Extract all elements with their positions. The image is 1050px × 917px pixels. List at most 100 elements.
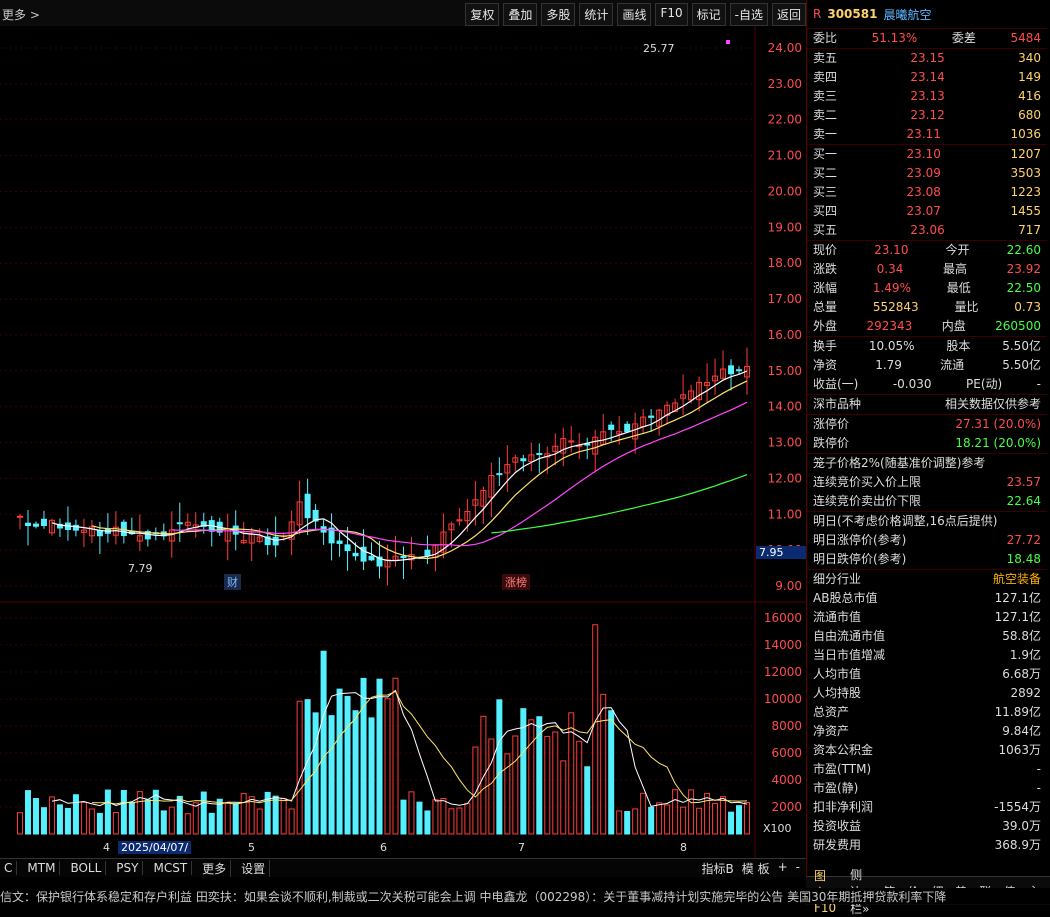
bid-row: 买一23.101207 (807, 145, 1047, 164)
fund-label: 人均市值 (813, 665, 861, 684)
tomorrow-label: 明日涨停价(参考) (813, 531, 906, 550)
stats1-value-2: 22.60 (1007, 241, 1041, 260)
indicator-tab-settings[interactable]: 设置 (237, 860, 270, 877)
r-flag: R (813, 7, 821, 21)
indicator-tab-mtm[interactable]: MTM (23, 861, 60, 875)
volume-bar (401, 800, 406, 834)
candle-body (33, 524, 38, 526)
candle-body (497, 474, 502, 475)
fund-label: 人均持股 (813, 684, 861, 703)
volume-bar (361, 678, 366, 834)
cage-value: 23.57 (1007, 473, 1041, 492)
toolbar-biaoji-button[interactable]: 标记 (692, 3, 726, 26)
price-axis-label: 16.00 (768, 328, 802, 342)
toolbar-huaxian-button[interactable]: 画线 (617, 3, 651, 26)
toolbar-f10-button[interactable]: F10 (655, 3, 687, 26)
price-axis-label: 13.00 (768, 436, 802, 450)
toolbar-diejia-button[interactable]: 叠加 (503, 3, 537, 26)
more-menu[interactable]: 更多 > (2, 6, 40, 23)
template-button[interactable]: 模 板 (742, 860, 770, 877)
stats1-label-2: 量比 (954, 298, 978, 317)
stats2-value-2: 5.50亿 (1002, 337, 1041, 356)
cage-title-row: 笼子价格2%(随基准价调整)参考 (807, 454, 1047, 473)
tomorrow-value: 27.72 (1007, 531, 1041, 550)
stats1-label-1: 涨跌 (813, 260, 837, 279)
stats1-value-2: 260500 (995, 317, 1041, 336)
cage-label: 连续竞价买入价上限 (813, 473, 921, 492)
price-axis-label: 17.00 (768, 292, 802, 306)
stats2-label-2: 流通 (940, 356, 964, 375)
stats2-label-2: 股本 (946, 337, 970, 356)
ask-label: 卖五 (813, 49, 837, 68)
stock-name[interactable]: 晨曦航空 (883, 6, 931, 23)
volume-unit-label: X100 (760, 822, 795, 835)
fund-value: 127.1亿 (995, 589, 1041, 608)
candle-body (625, 424, 630, 431)
stats1-value-1: 292343 (866, 317, 912, 336)
candle-body (537, 454, 542, 455)
high-price-label: 25.77 (640, 42, 678, 55)
bid-label: 买一 (813, 145, 837, 164)
ask-row: 卖一23.111036 (807, 125, 1047, 144)
volume-bar (73, 795, 78, 834)
candle-body (25, 523, 30, 525)
candle-body (737, 370, 742, 371)
ask-volume: 340 (1018, 49, 1041, 68)
indicator-tab-more[interactable]: 更多 (198, 860, 231, 877)
indicator-tab-mcst[interactable]: MCST (149, 861, 192, 875)
market-row: 深市品种 相关数据仅供参考 (807, 395, 1047, 415)
zoom-in-button[interactable]: + (778, 860, 788, 877)
indicator-tab-boll[interactable]: BOLL (66, 861, 106, 875)
fund-label: 资本公积金 (813, 741, 873, 760)
bid-book: 买一23.101207买二23.093503买三23.081223买四23.07… (807, 145, 1047, 240)
volume-bar (609, 711, 614, 834)
volume-bar (369, 718, 374, 834)
fund-label: 自由流通市值 (813, 627, 885, 646)
toolbar-fanhui-button[interactable]: 返回 (772, 3, 806, 26)
price-axis-label: 24.00 (768, 41, 802, 55)
fund-value: 2892 (1010, 684, 1041, 703)
market-right: 相关数据仅供参考 (945, 395, 1041, 414)
cage-row: 连续竞价卖出价下限22.64 (807, 492, 1047, 511)
candle-body (97, 531, 102, 536)
chart-area[interactable]: 24.0023.0022.0021.0020.0019.0018.0017.00… (0, 26, 806, 858)
indicator-b-button[interactable]: 指标B (702, 860, 734, 877)
market-left: 深市品种 (813, 395, 861, 414)
stats1-value-1: 23.10 (874, 241, 908, 260)
fund-value: 39.0万 (1002, 817, 1041, 836)
toolbar-fuquan-button[interactable]: 复权 (465, 3, 499, 26)
volume-bar (201, 792, 206, 834)
toolbar-buttons: 复权 叠加 多股 统计 画线 F10 标记 -自选 返回 (465, 3, 806, 26)
ask-volume: 416 (1018, 87, 1041, 106)
weibi-value: 51.13% (872, 29, 918, 48)
stats2-value-2: - (1037, 375, 1041, 394)
cage-value: 22.64 (1007, 492, 1041, 511)
weicha-value: 5484 (1010, 29, 1041, 48)
price-axis-label: 22.00 (768, 113, 802, 127)
stats1-row: 涨跌0.34最高23.92 (807, 260, 1047, 279)
volume-axis-label: 14000 (764, 638, 802, 652)
volume-bar (233, 804, 238, 834)
volume-bar (153, 790, 158, 834)
ask-label: 卖二 (813, 106, 837, 125)
fundamentals-list: 细分行业航空装备AB股总市值127.1亿流通市值127.1亿自由流通市值58.8… (807, 570, 1047, 855)
volume-bar (105, 790, 110, 834)
ask-row: 卖四23.14149 (807, 68, 1047, 87)
zoom-out-button[interactable]: - (796, 860, 800, 877)
indicator-tab-c[interactable]: C (0, 861, 17, 875)
fund-row: AB股总市值127.1亿 (807, 589, 1047, 608)
stock-code[interactable]: 300581 (827, 7, 877, 21)
bid-label: 买五 (813, 221, 837, 240)
tomorrow-rows: 明日涨停价(参考)27.72明日跌停价(参考)18.48 (807, 531, 1047, 569)
ask-row: 卖五23.15340 (807, 49, 1047, 68)
price-axis-label: 23.00 (768, 77, 802, 91)
fund-value: 127.1亿 (995, 608, 1041, 627)
toolbar-duogu-button[interactable]: 多股 (541, 3, 575, 26)
toolbar-tongji-button[interactable]: 统计 (579, 3, 613, 26)
fund-row: 扣非净利润-1554万 (807, 798, 1047, 817)
kline-chart[interactable]: 24.0023.0022.0021.0020.0019.0018.0017.00… (0, 26, 806, 858)
toolbar-zixuan-button[interactable]: -自选 (730, 3, 768, 26)
stats1-value-2: 0.73 (1014, 298, 1041, 317)
stats1-label-2: 今开 (946, 241, 970, 260)
indicator-tab-psy[interactable]: PSY (112, 861, 143, 875)
